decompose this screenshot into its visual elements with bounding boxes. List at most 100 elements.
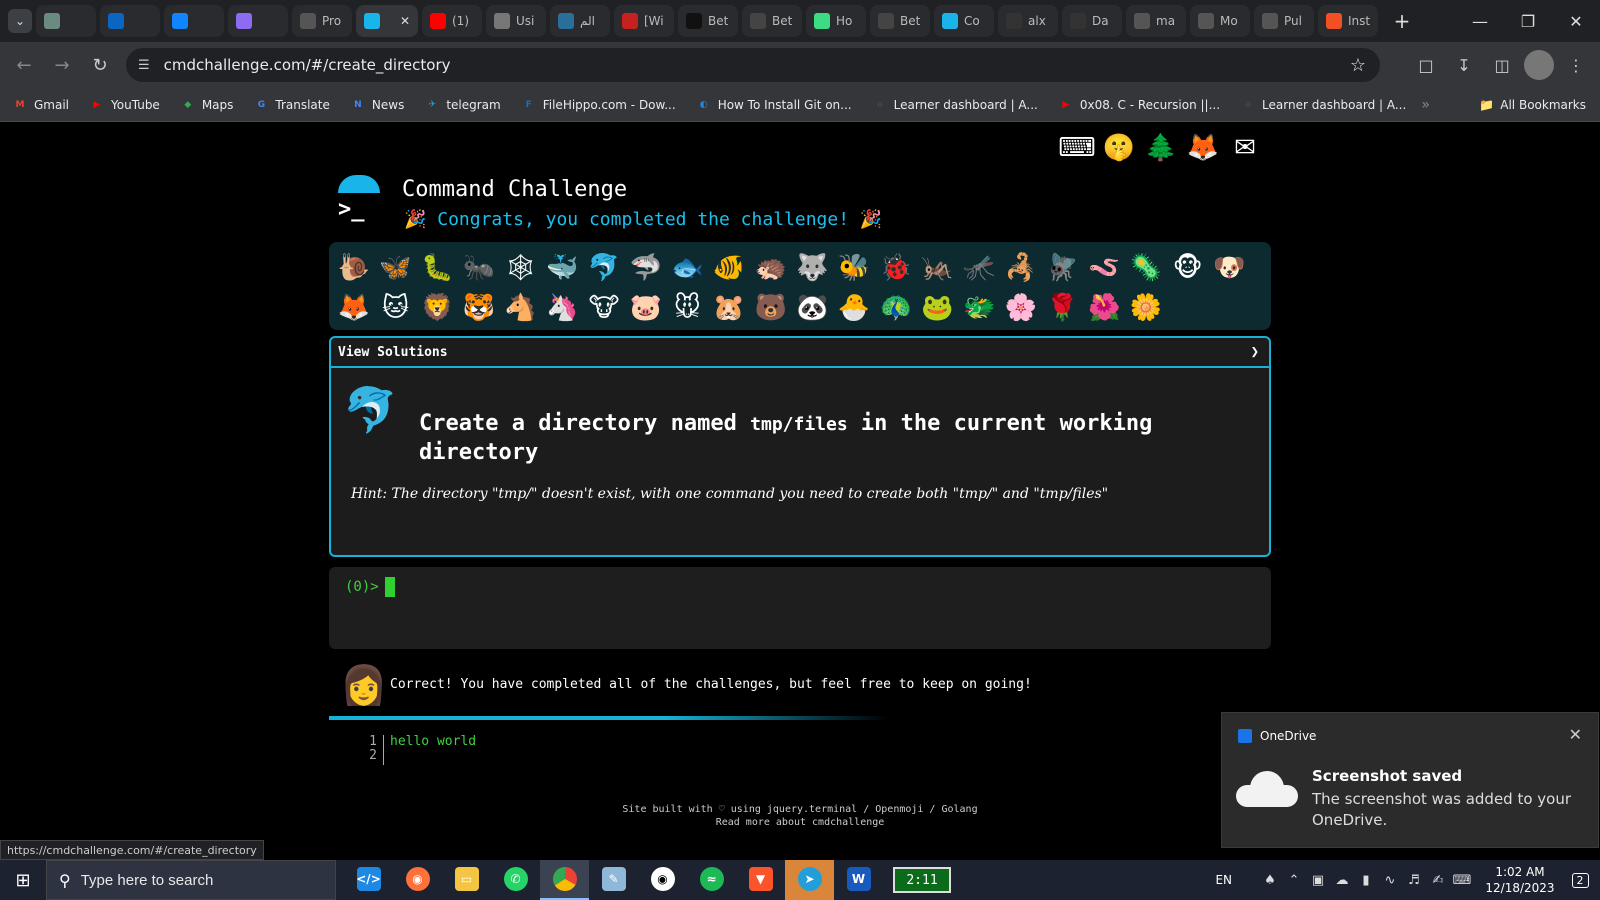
gitlab-icon[interactable]: 🦊 xyxy=(1186,131,1220,165)
file-explorer-icon[interactable]: ▭ xyxy=(442,860,491,900)
tab-globe[interactable]: Usi xyxy=(486,5,546,37)
badge-icon[interactable]: 🌼 xyxy=(1125,288,1167,328)
badge-icon[interactable]: 🐭 xyxy=(667,288,709,328)
badge-icon[interactable]: 🐯 xyxy=(458,288,500,328)
chrome-icon[interactable] xyxy=(540,860,589,900)
tab-close-icon[interactable]: ✕ xyxy=(400,14,410,28)
badge-icon[interactable]: 🐬 xyxy=(583,248,625,288)
download-icon[interactable]: ↧ xyxy=(1448,47,1480,83)
tab-gemini[interactable] xyxy=(228,5,288,37)
tab-openai[interactable] xyxy=(36,5,96,37)
tab-cmdchallenge2[interactable]: Co xyxy=(934,5,994,37)
pen-icon[interactable]: ✍ xyxy=(1426,873,1450,888)
footer-read-more-link[interactable]: Read more about cmdchallenge xyxy=(500,816,1100,829)
onedrive-toast[interactable]: OneDrive ✕ Screenshot saved The screensh… xyxy=(1221,712,1599,848)
bookmark-item[interactable]: ◐ How To Install Git on... xyxy=(696,97,852,113)
forward-button[interactable]: → xyxy=(44,47,80,83)
badge-icon[interactable]: 🪰 xyxy=(1042,248,1084,288)
tab-alx[interactable]: Pro xyxy=(292,5,352,37)
bookmark-item[interactable]: ✈ telegram xyxy=(424,97,501,113)
brave-icon[interactable]: ▼ xyxy=(736,860,785,900)
keyboard-icon[interactable]: ⌨ xyxy=(1450,873,1474,888)
badge-icon[interactable]: 🦟 xyxy=(958,248,1000,288)
restore-button[interactable]: ❐ xyxy=(1504,0,1552,42)
cmdchallenge-icon[interactable]: ⌨ xyxy=(1058,131,1096,165)
vscode-icon[interactable]: </> xyxy=(344,860,393,900)
badge-icon[interactable]: 🐵 xyxy=(1167,248,1209,288)
url-text[interactable]: cmdchallenge.com/#/create_directory xyxy=(164,56,451,74)
badge-icon[interactable]: 🐞 xyxy=(875,248,917,288)
badge-icon[interactable]: 🦊 xyxy=(333,288,375,328)
badge-icon[interactable]: 🐠 xyxy=(708,248,750,288)
badge-icon[interactable]: 🐴 xyxy=(500,288,542,328)
bookmark-star-icon[interactable]: ☆ xyxy=(1350,55,1366,76)
timer-widget[interactable]: 2:11 xyxy=(893,867,951,893)
badge-icon[interactable]: 🦗 xyxy=(917,248,959,288)
taskbar-search-input[interactable] xyxy=(80,871,301,889)
bookmark-item[interactable]: N News xyxy=(350,97,404,113)
badge-icon[interactable]: 🪱 xyxy=(1083,248,1125,288)
spotify-icon[interactable]: ≈ xyxy=(687,860,736,900)
badge-icon[interactable]: 🐮 xyxy=(583,288,625,328)
badge-icon[interactable]: 🐜 xyxy=(458,248,500,288)
badge-icon[interactable]: 🐲 xyxy=(958,288,1000,328)
taskbar-search[interactable]: ⚲ xyxy=(46,860,336,900)
tab-gmail[interactable]: [Wi xyxy=(614,5,674,37)
oops-icon[interactable]: 🤫 xyxy=(1102,131,1136,165)
notepad-icon[interactable]: ✎ xyxy=(589,860,638,900)
bookmark-item[interactable]: ◆ Maps xyxy=(180,97,233,113)
clock[interactable]: 1:02 AM 12/18/2023 xyxy=(1480,864,1560,896)
profile-avatar[interactable] xyxy=(1524,50,1554,80)
site-info-icon[interactable]: ☰ xyxy=(138,58,150,73)
bookmark-item[interactable]: M Gmail xyxy=(12,97,70,113)
bookmark-item[interactable]: ▶ 0x08. C - Recursion ||... xyxy=(1058,97,1220,113)
bookmark-item[interactable]: a Learner dashboard | A... xyxy=(1240,97,1406,113)
bookmark-item[interactable]: a Learner dashboard | A... xyxy=(872,97,1038,113)
tab-youtube[interactable]: (1) xyxy=(422,5,482,37)
badge-icon[interactable]: 🐝 xyxy=(833,248,875,288)
notification-center-icon[interactable]: 2 xyxy=(1560,860,1600,900)
tab-linkedin[interactable] xyxy=(100,5,160,37)
tab-search-button[interactable]: ⌄ xyxy=(8,9,32,33)
tab-copilot2[interactable]: Mo xyxy=(1190,5,1250,37)
badge-icon[interactable]: 🐟 xyxy=(667,248,709,288)
tab-betty3[interactable]: Bet xyxy=(870,5,930,37)
badge-icon[interactable]: 🐶 xyxy=(1208,248,1250,288)
bookmark-item[interactable]: ▶ YouTube xyxy=(89,97,160,113)
email-icon[interactable]: ✉ xyxy=(1228,131,1262,165)
badge-icon[interactable]: 🦋 xyxy=(375,248,417,288)
windows-start-icon[interactable]: ⊞ xyxy=(0,860,46,900)
badge-icon[interactable]: 🐹 xyxy=(708,288,750,328)
tab-cmdchallenge[interactable]: ✕ xyxy=(356,5,418,37)
badge-icon[interactable]: 🌸 xyxy=(1000,288,1042,328)
badge-icon[interactable]: 🦔 xyxy=(750,248,792,288)
badge-icon[interactable]: 🕸 xyxy=(500,248,542,288)
tab-betty2[interactable]: Bet xyxy=(742,5,802,37)
language-indicator[interactable]: EN xyxy=(1215,873,1232,887)
firefox-icon[interactable]: ◉ xyxy=(393,860,442,900)
volume-icon[interactable]: ♬ xyxy=(1402,873,1426,888)
tab-microsoft[interactable]: Inst xyxy=(1318,5,1378,37)
badge-icon[interactable]: 🐷 xyxy=(625,288,667,328)
tab-github[interactable]: alx xyxy=(998,5,1058,37)
badge-icon[interactable]: 🦄 xyxy=(541,288,583,328)
bookmark-item[interactable]: G Translate xyxy=(253,97,330,113)
telegram-icon[interactable]: ➤ xyxy=(785,860,834,900)
badge-icon[interactable]: 🐻 xyxy=(750,288,792,328)
badge-icon[interactable]: 🐣 xyxy=(833,288,875,328)
address-bar[interactable]: ☰ cmdchallenge.com/#/create_directory ☆ xyxy=(126,48,1380,82)
badge-icon[interactable]: 🌹 xyxy=(1042,288,1084,328)
tab-w-site[interactable]: الم xyxy=(550,5,610,37)
menu-kebab-icon[interactable]: ⋮ xyxy=(1560,47,1592,83)
badge-icon[interactable]: 🐌 xyxy=(333,248,375,288)
tab-github2[interactable]: Da xyxy=(1062,5,1122,37)
tab-copilot[interactable]: ma xyxy=(1126,5,1186,37)
tab-betty[interactable]: Bet xyxy=(678,5,738,37)
chevron-up-icon[interactable]: ⌃ xyxy=(1282,873,1306,888)
bookmarks-overflow-icon[interactable]: » xyxy=(1421,97,1430,113)
tab-butterfly[interactable] xyxy=(164,5,224,37)
bookmark-item[interactable]: F FileHippo.com - Dow... xyxy=(521,97,676,113)
badge-icon[interactable]: 🦚 xyxy=(875,288,917,328)
word-icon[interactable]: W xyxy=(834,860,883,900)
badge-icon[interactable]: 🐛 xyxy=(416,248,458,288)
